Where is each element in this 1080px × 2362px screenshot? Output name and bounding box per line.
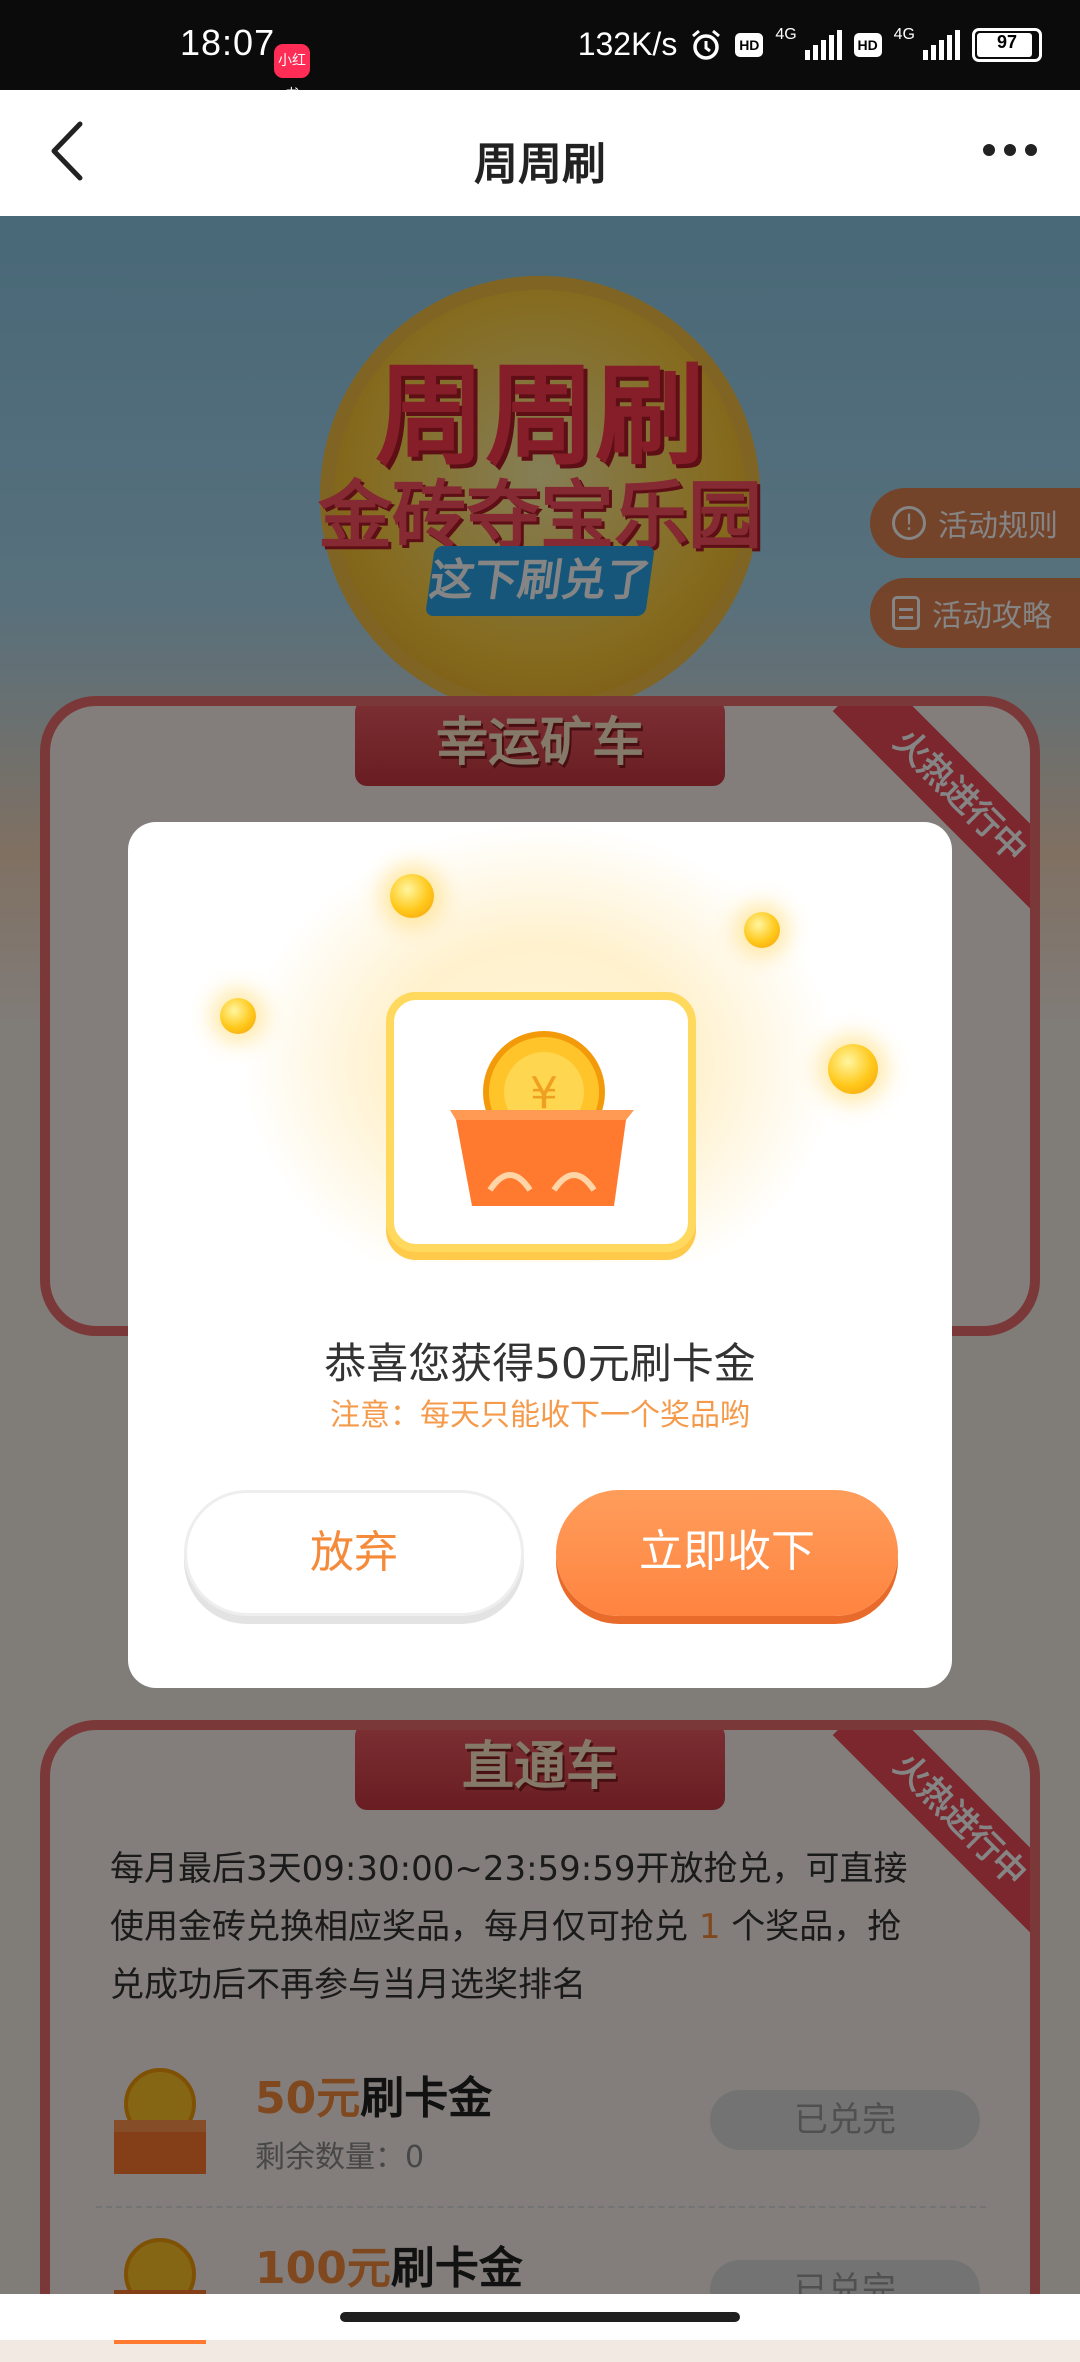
signal-icon-2 [923, 29, 960, 60]
network-speed: 132K/s [577, 26, 678, 62]
coin-icon [744, 912, 780, 948]
abandon-button[interactable]: 放弃 [184, 1490, 524, 1616]
alarm-icon [692, 29, 721, 60]
accept-button[interactable]: 立即收下 [556, 1490, 898, 1616]
prize-icon-frame: ¥ [386, 992, 696, 1252]
battery-icon: 97 [972, 27, 1042, 62]
more-dots-icon [983, 144, 995, 156]
page-title: 周周刷 [474, 139, 606, 190]
app-badge-icon: 小红书 [274, 44, 310, 103]
coin-icon [828, 1044, 878, 1094]
status-icons: 132K/s HD 4G HD 4G 97 [578, 26, 1042, 63]
reward-title: 恭喜您获得50元刷卡金 [324, 1339, 756, 1388]
gift-box-coin-icon: ¥ [450, 1031, 634, 1206]
signal-icon [804, 29, 842, 60]
reward-dialog: ¥ 恭喜您获得50元刷卡金 注意：每天只能收下一个奖品哟 放弃 立即收下 [128, 822, 952, 1688]
home-indicator[interactable] [340, 2312, 740, 2322]
network-type-2: 4G [893, 26, 915, 43]
reward-note: 注意：每天只能收下一个奖品哟 [330, 1398, 750, 1433]
network-type: 4G [775, 26, 797, 43]
coin-icon [390, 874, 434, 918]
status-bar: 18:07 小红书 132K/s HD 4G HD 4G 97 [0, 0, 1080, 103]
title-bar: 周周刷 [0, 90, 1080, 216]
more-button[interactable] [970, 130, 1050, 170]
hd-icon-2: HD [853, 32, 882, 57]
status-time: 18:07 [180, 22, 276, 63]
hd-icon: HD [735, 32, 764, 57]
coin-icon [220, 998, 256, 1034]
